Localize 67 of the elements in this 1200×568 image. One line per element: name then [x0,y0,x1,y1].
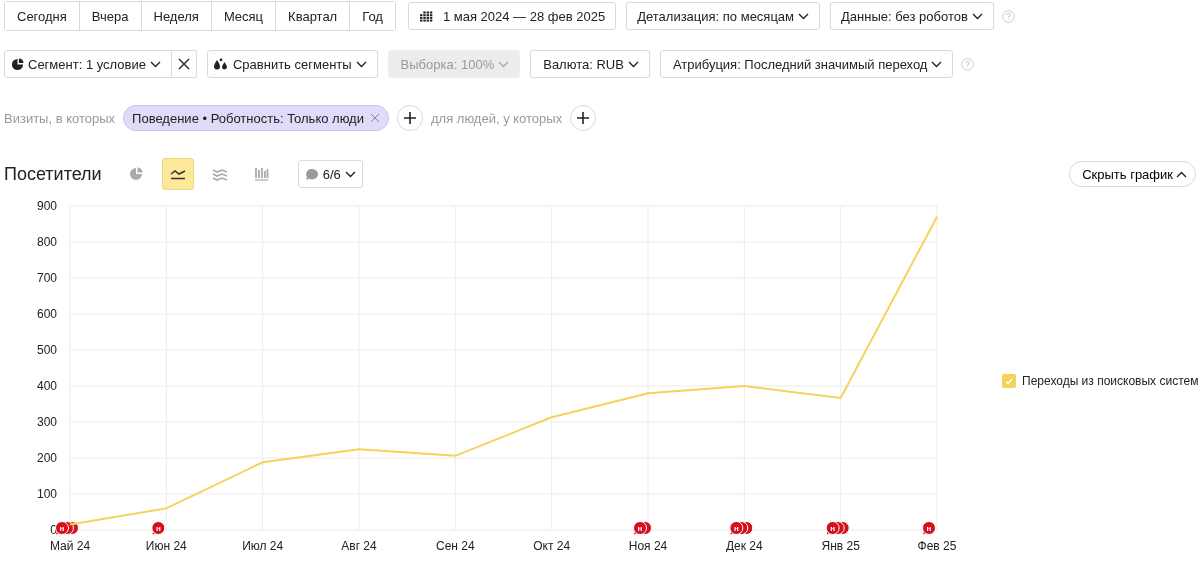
filter-label: для людей, у которых [430,110,563,126]
x-axis-label: Май 24 [49,539,91,552]
caret-icon [798,12,810,20]
bar-chart-icon [254,167,270,181]
note-marker[interactable]: н [922,521,936,535]
dropdown-button[interactable]: Атрибуция: Последний значимый переход [659,50,954,78]
area-chart-icon [211,167,228,181]
period-tab[interactable]: Год [349,2,395,30]
dropdown-button[interactable]: Сравнить сегменты [206,50,378,78]
caret-icon [355,60,367,68]
plus-icon [577,112,590,124]
x-axis-label: Окт 24 [533,539,571,552]
filter-label: Визиты, в которых [4,110,116,126]
x-axis-label: Июн 24 [145,539,187,552]
y-axis-label: 100 [36,487,57,501]
hide-chart-button[interactable]: Скрыть график [1069,161,1196,187]
legend-item[interactable]: Переходы из поисковых систем [1002,374,1199,388]
dropdown-button[interactable]: Данные: без роботов [830,2,994,30]
add-condition-button[interactable] [570,105,597,131]
report-title: Посетители [4,163,102,185]
notes-button[interactable]: 6/6 [297,160,363,188]
x-axis-label: Янв 25 [821,539,860,552]
filter-chip[interactable]: Поведение • Роботность: Только люди [123,105,389,131]
help-icon[interactable] [1001,9,1015,23]
dropdown-button[interactable]: Детализация: по месяцам [626,2,821,30]
y-axis-label: 200 [36,451,57,465]
caret-icon [149,60,161,68]
segment-button[interactable]: Сегмент: 1 условие [4,50,172,78]
x-axis-label: Июл 24 [242,539,284,552]
y-axis-label: 700 [36,271,57,285]
date-range-button[interactable]: 1 мая 2024 — 28 фев 2025 [407,2,617,30]
line-chart-icon [169,168,186,180]
help-icon[interactable] [961,57,975,71]
y-axis-label: 300 [36,415,57,429]
y-axis-label: 800 [36,235,57,249]
drops-icon [212,58,229,70]
y-axis-label: 900 [36,199,57,213]
calendar-icon [418,10,433,22]
y-axis-label: 500 [36,343,57,357]
close-icon[interactable] [369,113,380,123]
add-condition-button[interactable] [396,105,423,131]
caret-icon [1176,170,1187,178]
caret-icon [971,12,983,20]
check-icon [1005,377,1013,385]
x-axis-label: Сен 24 [436,539,475,552]
pie-chart-icon [128,167,143,181]
y-axis-label: 400 [36,379,57,393]
caret-icon [344,170,356,178]
x-axis-label: Авг 24 [341,539,377,552]
checkbox[interactable] [1002,374,1016,388]
y-axis-label: 0 [50,523,57,537]
close-icon [177,58,190,70]
pie-chart-icon [11,57,24,71]
close-button[interactable] [171,50,197,78]
note-marker[interactable]: н [151,521,166,535]
x-axis-label: Дек 24 [725,539,763,552]
caret-icon [498,60,510,68]
plus-icon [403,112,416,124]
x-axis-label: Ноя 24 [628,539,668,552]
chart-type-button[interactable] [161,158,194,190]
x-axis-label: Фев 25 [917,539,957,552]
y-axis-label: 600 [36,307,57,321]
speech-bubble-icon [304,167,319,181]
caret-icon [627,60,639,68]
dropdown-button[interactable]: Валюта: RUB [530,50,650,78]
filter-chip-label: Поведение • Роботность: Только люди [132,110,364,126]
caret-icon [931,60,943,68]
